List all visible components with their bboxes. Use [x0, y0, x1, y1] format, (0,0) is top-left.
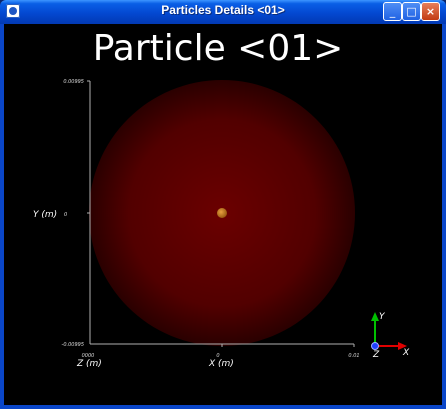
minimize-button[interactable]: _: [383, 2, 402, 21]
z-axis-label: Z (m): [76, 359, 102, 369]
y-bottom-tick-label: -0.00995: [62, 342, 84, 348]
title-bar[interactable]: Particles Details <01> _ □ ×: [0, 0, 446, 24]
gizmo-z-dot: [371, 342, 379, 350]
gizmo-z-label: Z: [372, 350, 380, 360]
maximize-button[interactable]: □: [402, 2, 421, 21]
orientation-gizmo: Y Z X: [371, 312, 410, 360]
window-border-right: [442, 24, 446, 405]
y-top-tick-label: 0.00995: [63, 79, 84, 85]
x-right-tick-label: 0.01: [348, 353, 359, 359]
gizmo-x-label: X: [402, 348, 410, 358]
window-title: Particles Details <01>: [161, 3, 285, 17]
viewport-canvas[interactable]: Particle <01> 0.00995 0 -0.00995 Y (m) 0…: [4, 24, 442, 405]
close-button[interactable]: ×: [421, 2, 440, 21]
gizmo-y-label: Y: [379, 312, 386, 322]
3d-viewport[interactable]: Particle <01> 0.00995 0 -0.00995 Y (m) 0…: [4, 24, 442, 405]
x-axis-label: X (m): [208, 359, 234, 369]
particle-heading: Particle <01>: [93, 28, 344, 69]
particle-details-window: Particles Details <01> _ □ × Particle <0…: [0, 0, 446, 409]
y-axis-label: Y (m): [33, 210, 57, 220]
window-border-bottom: [0, 405, 446, 409]
y-mid-tick-label: 0: [64, 212, 67, 218]
particle-center-marker: [217, 208, 227, 218]
gizmo-y-arrowhead: [371, 312, 379, 321]
